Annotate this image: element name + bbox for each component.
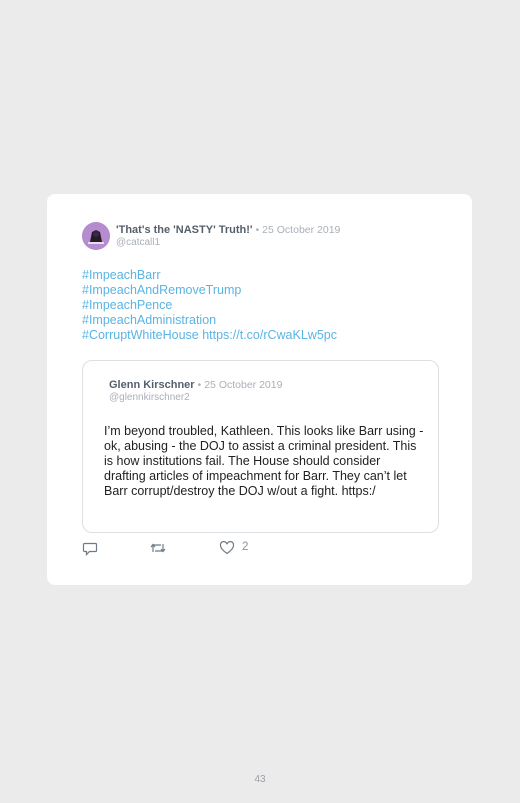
hashtag-link[interactable]: #ImpeachBarr [82,268,337,283]
last-line: #CorruptWhiteHouse https://t.co/rCwaKLw5… [82,328,337,342]
quoted-author-name[interactable]: Glenn Kirschner [109,379,195,391]
author-line: 'That's the 'NASTY' Truth!' • 25 October… [116,224,340,236]
separator-dot: • [197,380,202,391]
author-handle[interactable]: @catcall1 [116,237,160,248]
avatar-image [82,222,110,250]
quoted-tweet[interactable]: Glenn Kirschner • 25 October 2019 @glenn… [82,360,439,533]
page-number: 43 [254,774,266,785]
hashtag-link[interactable]: #ImpeachAdministration [82,313,337,328]
hashtag-link[interactable]: #ImpeachAndRemoveTrump [82,283,337,298]
quoted-date[interactable]: 25 October 2019 [204,379,282,391]
separator-dot: • [255,225,260,236]
tweet-card: 'That's the 'NASTY' Truth!' • 25 October… [47,194,472,585]
hashtag-link[interactable]: #CorruptWhiteHouse [82,328,199,342]
like-icon[interactable] [219,540,235,556]
retweet-icon[interactable] [149,540,167,556]
tweet-body: #ImpeachBarr #ImpeachAndRemoveTrump #Imp… [82,268,337,343]
tweet-date[interactable]: 25 October 2019 [262,224,340,236]
quoted-author-line: Glenn Kirschner • 25 October 2019 [109,379,282,391]
like-count: 2 [242,541,249,553]
url-link[interactable]: https://t.co/rCwaKLw5pc [202,328,337,342]
author-avatar[interactable] [82,222,110,250]
reply-icon[interactable] [82,540,98,556]
hashtag-link[interactable]: #ImpeachPence [82,298,337,313]
author-name[interactable]: 'That's the 'NASTY' Truth!' [116,224,253,236]
quoted-text: I’m beyond troubled, Kathleen. This look… [104,424,424,498]
quoted-handle[interactable]: @glennkirschner2 [109,392,190,403]
